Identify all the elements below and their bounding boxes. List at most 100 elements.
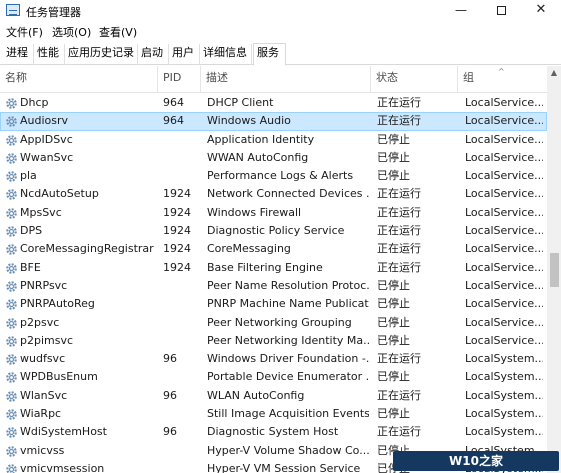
service-name: DPS bbox=[20, 224, 43, 238]
task-manager-icon bbox=[6, 4, 20, 16]
service-description: Network Connected Devices ... bbox=[207, 187, 369, 201]
gear-icon bbox=[6, 390, 17, 402]
tab-startup[interactable]: 启动 bbox=[138, 44, 169, 65]
menu-options[interactable]: 选项(O) bbox=[52, 24, 91, 40]
service-status: 正在运行 bbox=[377, 352, 421, 366]
service-description: DHCP Client bbox=[207, 96, 274, 109]
column-header-pid[interactable]: PID bbox=[158, 66, 201, 93]
service-pid: 1924 bbox=[163, 260, 191, 274]
service-description: PNRP Machine Name Publicat... bbox=[207, 297, 369, 311]
scrollbar-thumb[interactable] bbox=[550, 253, 559, 287]
service-pid: 96 bbox=[163, 425, 177, 439]
table-row[interactable]: pla Performance Logs & Alerts 已停止 LocalServ… bbox=[0, 167, 547, 185]
minimize-button[interactable]: — bbox=[441, 0, 481, 22]
service-status: 已停止 bbox=[377, 315, 410, 329]
sort-ascending-icon: ^ bbox=[498, 67, 505, 76]
table-row[interactable]: WdiSystemHost 96 Diagnostic System Host 正在运… bbox=[0, 423, 547, 441]
service-status: 正在运行 bbox=[377, 96, 421, 109]
service-group: LocalService... bbox=[465, 150, 543, 164]
table-row[interactable]: WPDBusEnum Portable Device Enumerator ...… bbox=[0, 368, 547, 386]
table-row[interactable]: BFE 1924 Base Filtering Engine 正在运行 LocalSer… bbox=[0, 259, 547, 277]
service-group: LocalService... bbox=[465, 242, 543, 256]
column-header-name[interactable]: 名称 bbox=[0, 66, 158, 93]
service-description: Hyper-V VM Session Service bbox=[207, 461, 361, 473]
tab-performance[interactable]: 性能 bbox=[34, 44, 65, 65]
tab-app-history[interactable]: 应用历史记录 bbox=[65, 44, 138, 65]
table-row[interactable]: PNRPAutoReg PNRP Machine Name Publicat...… bbox=[0, 295, 547, 313]
column-header-description[interactable]: 描述 bbox=[201, 66, 371, 93]
table-row[interactable]: CoreMessagingRegistrar 1924 CoreMessaging 正… bbox=[0, 240, 547, 258]
service-name: pla bbox=[20, 169, 37, 183]
service-pid bbox=[163, 460, 201, 473]
table-row[interactable]: p2psvc Peer Networking Grouping 已停止 LocalSe… bbox=[0, 314, 547, 332]
vertical-scrollbar[interactable]: ▲ bbox=[547, 66, 561, 473]
menu-view[interactable]: 查看(V) bbox=[99, 24, 137, 40]
service-pid: 964 bbox=[163, 96, 184, 109]
service-description: Peer Networking Identity Ma... bbox=[207, 333, 369, 347]
table-row[interactable]: AppIDSvc Application Identity 已停止 LocalServ… bbox=[0, 131, 547, 149]
gear-icon bbox=[6, 354, 17, 365]
maximize-icon bbox=[496, 6, 506, 15]
service-pid bbox=[163, 149, 201, 167]
close-button[interactable]: ✕ bbox=[521, 0, 561, 22]
service-name: AppIDSvc bbox=[20, 132, 73, 146]
service-status: 已停止 bbox=[377, 407, 410, 421]
service-status: 正在运行 bbox=[377, 242, 421, 256]
service-pid: 964 bbox=[163, 114, 184, 128]
maximize-button[interactable] bbox=[481, 0, 521, 22]
table-row[interactable]: p2pimsvc Peer Networking Identity Ma... 已停… bbox=[0, 332, 547, 350]
service-description: Windows Audio bbox=[207, 114, 291, 128]
service-name: wudfsvc bbox=[20, 352, 66, 366]
service-description: Peer Networking Grouping bbox=[207, 315, 352, 329]
table-row[interactable]: WwanSvc WWAN AutoConfig 已停止 LocalService... bbox=[0, 149, 547, 167]
service-name: NcdAutoSetup bbox=[20, 187, 99, 201]
service-status: 已停止 bbox=[377, 278, 410, 292]
tab-users[interactable]: 用户 bbox=[169, 44, 200, 65]
menu-file[interactable]: 文件(F) bbox=[6, 24, 43, 40]
service-group: LocalSystem... bbox=[465, 388, 543, 402]
table-row[interactable]: WiaRpc Still Image Acquisition Events 已停止 L… bbox=[0, 405, 547, 423]
service-group: LocalService... bbox=[465, 315, 543, 329]
gear-icon bbox=[6, 409, 17, 420]
service-group: LocalService... bbox=[465, 278, 543, 292]
table-row[interactable]: MpsSvc 1924 Windows Firewall 正在运行 LocalServi… bbox=[0, 204, 547, 222]
gear-icon bbox=[6, 207, 17, 219]
table-row[interactable]: NcdAutoSetup 1924 Network Connected Device… bbox=[0, 185, 547, 203]
tab-details[interactable]: 详细信息 bbox=[200, 44, 252, 65]
table-row[interactable]: Audiosrv 964 Windows Audio 正在运行 LocalService… bbox=[0, 112, 547, 131]
service-name: vmicvss bbox=[20, 443, 65, 457]
service-name: CoreMessagingRegistrar bbox=[20, 242, 154, 256]
service-name: PNRPsvc bbox=[20, 278, 68, 292]
service-status: 已停止 bbox=[377, 132, 410, 146]
tab-services[interactable]: 服务 bbox=[253, 43, 286, 66]
table-row[interactable]: WlanSvc 96 WLAN AutoConfig 正在运行 LocalSystem.… bbox=[0, 387, 547, 405]
chevron-up-icon[interactable]: ▲ bbox=[547, 66, 561, 80]
service-description: CoreMessaging bbox=[207, 242, 291, 256]
service-pid bbox=[163, 295, 201, 313]
gear-icon bbox=[6, 262, 17, 274]
service-pid bbox=[163, 368, 201, 386]
service-pid bbox=[163, 167, 201, 185]
table-row[interactable]: wudfsvc 96 Windows Driver Foundation -... 正… bbox=[0, 350, 547, 368]
gear-icon bbox=[6, 317, 17, 329]
service-group: LocalService... bbox=[465, 132, 543, 146]
service-group: LocalService... bbox=[465, 297, 543, 311]
service-group: LocalService... bbox=[465, 205, 543, 219]
service-status: 已停止 bbox=[377, 333, 410, 347]
service-pid: 1924 bbox=[163, 205, 191, 219]
table-row[interactable]: DPS 1924 Diagnostic Policy Service 正在运行 Loca… bbox=[0, 222, 547, 240]
gear-icon bbox=[6, 134, 17, 146]
service-status: 正在运行 bbox=[377, 260, 421, 274]
table-row[interactable]: Dhcp 964 DHCP Client 正在运行 LocalService... bbox=[0, 94, 547, 112]
service-group: LocalSystem... bbox=[465, 407, 543, 421]
column-header-status[interactable]: 状态 bbox=[371, 66, 458, 93]
window-title: 任务管理器 bbox=[26, 6, 81, 19]
service-group: LocalSystem... bbox=[465, 352, 543, 366]
gear-icon bbox=[6, 116, 17, 128]
tab-processes[interactable]: 进程 bbox=[3, 44, 34, 65]
table-row[interactable]: PNRPsvc Peer Name Resolution Protoc... 已停止… bbox=[0, 277, 547, 295]
service-pid bbox=[163, 314, 201, 332]
gear-icon bbox=[6, 226, 17, 237]
service-name: WdiSystemHost bbox=[20, 425, 107, 439]
service-name: WlanSvc bbox=[20, 388, 68, 402]
